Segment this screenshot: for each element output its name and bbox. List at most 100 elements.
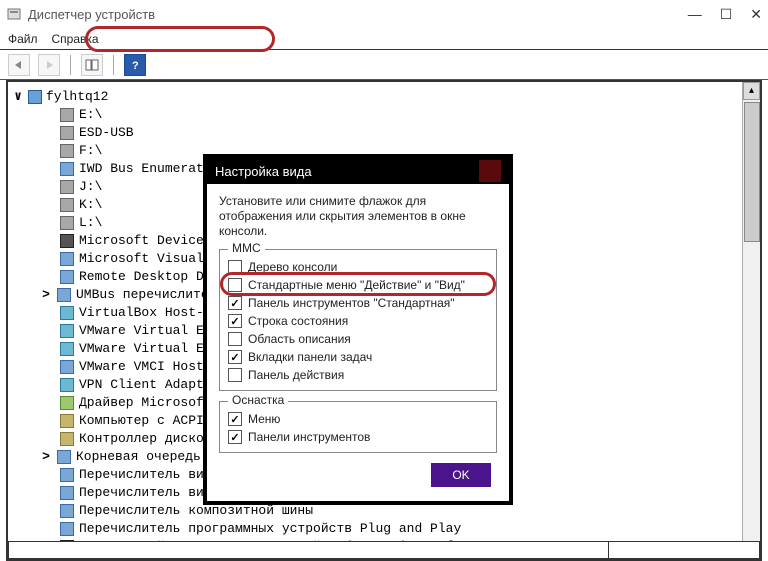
- forward-button[interactable]: [38, 54, 60, 76]
- checkbox-label: Строка состояния: [248, 314, 348, 328]
- svg-text:?: ?: [132, 60, 139, 71]
- other-icon: [60, 414, 74, 428]
- toolbar-divider: [70, 55, 71, 75]
- tree-item-label: VMware Virtual Eth: [79, 340, 219, 358]
- scroll-thumb[interactable]: [744, 102, 760, 242]
- drive-icon: [60, 216, 74, 230]
- expand-icon[interactable]: >: [40, 448, 52, 466]
- folder-icon: [60, 468, 74, 482]
- checkbox-row[interactable]: Панели инструментов: [228, 428, 488, 446]
- tree-item[interactable]: E:\: [12, 106, 756, 124]
- tree-item[interactable]: Перечислитель программных устройств Plug…: [12, 520, 756, 538]
- tree-item[interactable]: ESD-USB: [12, 124, 756, 142]
- checkbox-row[interactable]: Стандартные меню "Действие" и "Вид": [228, 276, 488, 294]
- checkbox-row[interactable]: Панель инструментов "Стандартная": [228, 294, 488, 312]
- drive-icon: [60, 126, 74, 140]
- collapse-icon[interactable]: ∨: [12, 88, 24, 106]
- tree-item-label: VMware VMCI Host D: [79, 358, 219, 376]
- drive-icon: [60, 108, 74, 122]
- checkbox-row[interactable]: Дерево консоли: [228, 258, 488, 276]
- checkbox-label: Панели инструментов: [248, 430, 370, 444]
- checkbox[interactable]: [228, 332, 242, 346]
- drive-icon: [60, 180, 74, 194]
- tree-item-label: Контроллер дисково: [79, 430, 219, 448]
- tree-item-label: ESD-USB: [79, 124, 134, 142]
- tree-root-label: fylhtq12: [46, 88, 108, 106]
- window-controls: — ☐ ✕: [688, 6, 762, 23]
- checkbox-label: Область описания: [248, 332, 351, 346]
- folder-icon: [60, 252, 74, 266]
- checkbox[interactable]: [228, 350, 242, 364]
- titlebar: Диспетчер устройств — ☐ ✕: [0, 0, 768, 28]
- checkbox-row[interactable]: Панель действия: [228, 366, 488, 384]
- checkbox[interactable]: [228, 260, 242, 274]
- scroll-up-button[interactable]: ▴: [743, 82, 760, 100]
- tree-item-label: VirtualBox Host-On: [79, 304, 219, 322]
- checkbox[interactable]: [228, 278, 242, 292]
- tree-item-label: IWD Bus Enumerator: [79, 160, 219, 178]
- fieldset-mmc-legend: MMC: [228, 241, 265, 255]
- net-icon: [60, 342, 74, 356]
- app-icon: [6, 6, 22, 22]
- close-button[interactable]: ✕: [750, 6, 762, 23]
- checkbox[interactable]: [228, 368, 242, 382]
- fieldset-snapin: Оснастка МенюПанели инструментов: [219, 401, 497, 453]
- back-button[interactable]: [8, 54, 30, 76]
- menu-help[interactable]: Справка: [52, 32, 99, 46]
- dialog-titlebar[interactable]: Настройка вида: [207, 158, 509, 184]
- fieldset-mmc: MMC Дерево консолиСтандартные меню "Дейс…: [219, 249, 497, 391]
- toolbar: ?: [0, 50, 768, 80]
- dialog-description: Установите или снимите флажок для отобра…: [219, 194, 497, 239]
- fieldset-snapin-legend: Оснастка: [228, 393, 288, 407]
- show-hide-tree-button[interactable]: [81, 54, 103, 76]
- tree-item-label: F:\: [79, 142, 102, 160]
- minimize-button[interactable]: —: [688, 6, 702, 23]
- expand-icon[interactable]: >: [40, 286, 52, 304]
- dialog-title: Настройка вида: [215, 164, 312, 179]
- dark-icon: [60, 234, 74, 248]
- tree-item-label: Компьютер с ACPI н: [79, 412, 219, 430]
- checkbox-label: Панель действия: [248, 368, 344, 382]
- tree-root-node[interactable]: ∨ fylhtq12: [12, 88, 756, 106]
- checkbox[interactable]: [228, 296, 242, 310]
- tree-item-label: VMware Virtual Eth: [79, 322, 219, 340]
- computer-icon: [28, 90, 42, 104]
- help-button[interactable]: ?: [124, 54, 146, 76]
- tree-item-label: VPN Client Adapter: [79, 376, 219, 394]
- checkbox-row[interactable]: Вкладки панели задач: [228, 348, 488, 366]
- checkbox[interactable]: [228, 314, 242, 328]
- tree-item-label: UMBus перечислител: [76, 286, 216, 304]
- dialog-close-button[interactable]: [479, 160, 501, 182]
- net-icon: [60, 378, 74, 392]
- folder-icon: [60, 522, 74, 536]
- ok-button[interactable]: OK: [431, 463, 491, 487]
- vertical-scrollbar[interactable]: ▴ ▾: [742, 82, 760, 559]
- folder-icon: [60, 360, 74, 374]
- statusbar-pane: [9, 542, 609, 558]
- checkbox[interactable]: [228, 412, 242, 426]
- tree-item-label: Remote Desktop Dev: [79, 268, 219, 286]
- folder-icon: [57, 450, 71, 464]
- checkbox-row[interactable]: Строка состояния: [228, 312, 488, 330]
- checkbox[interactable]: [228, 430, 242, 444]
- checkbox-row[interactable]: Область описания: [228, 330, 488, 348]
- folder-icon: [60, 270, 74, 284]
- checkbox-row[interactable]: Меню: [228, 410, 488, 428]
- folder-icon: [60, 504, 74, 518]
- tree-item-label: Драйвер Microsoft: [79, 394, 212, 412]
- tree-item-label: Перечислитель программных устройств Plug…: [79, 520, 461, 538]
- net-icon: [60, 324, 74, 338]
- drive-icon: [60, 198, 74, 212]
- folder-icon: [57, 288, 71, 302]
- checkbox-label: Меню: [248, 412, 280, 426]
- menu-file[interactable]: Файл: [8, 32, 38, 46]
- statusbar-pane: [609, 542, 759, 558]
- tree-item-label: J:\: [79, 178, 102, 196]
- menubar: Файл Справка: [0, 28, 768, 50]
- other-icon: [60, 432, 74, 446]
- tree-item-label: E:\: [79, 106, 102, 124]
- tree-item-label: Microsoft Device A: [79, 232, 219, 250]
- drive-icon: [60, 144, 74, 158]
- maximize-button[interactable]: ☐: [720, 6, 733, 23]
- tree-item-label: Microsoft Visual S: [79, 250, 219, 268]
